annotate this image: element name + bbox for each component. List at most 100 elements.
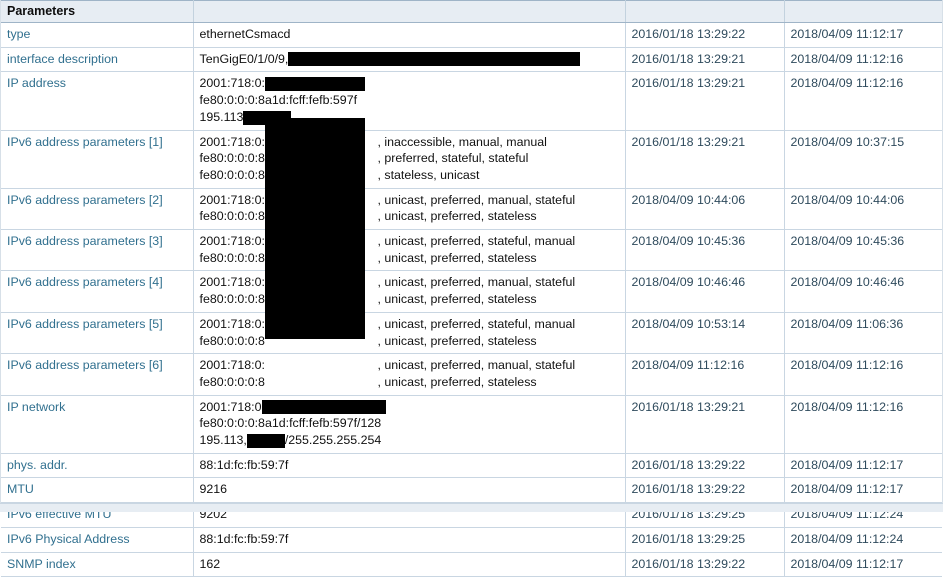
- flag-line: , stateless, unicast: [377, 167, 480, 182]
- row-date-modified: 2018/04/09 10:37:15: [784, 130, 942, 189]
- row-date-modified: 2018/04/09 11:12:24: [784, 527, 942, 553]
- value-line: 88:1d:fc:fb:59:7f: [199, 457, 289, 472]
- value-line: 162: [199, 556, 221, 571]
- row-date-created: 2016/01/18 13:29:22: [625, 22, 785, 48]
- value-line: ethernetCsmacd: [199, 27, 291, 41]
- value-line: 2001:718:0:: [200, 75, 619, 92]
- row-label: MTU: [1, 477, 194, 504]
- row-date-created: 2016/01/18 13:29:22: [625, 552, 785, 577]
- row-label: IPv6 Physical Address: [1, 527, 194, 553]
- table-row: IPv6 address parameters [4] 2001:718:0: fe…: [1, 270, 942, 313]
- row-date-created: 2016/01/18 13:29:22: [625, 453, 785, 479]
- row-date-created: 2016/01/18 13:29:21: [625, 130, 785, 189]
- redaction-bar: [264, 77, 365, 92]
- flag-lines: , inaccessible, manual, manual , preferre…: [378, 134, 619, 184]
- row-label: type: [1, 22, 194, 48]
- row-value: 88:1d:fc:fb:59:7f: [193, 527, 626, 553]
- parameters-page: Parameters type ethernetCsmacd 2016/01/18 …: [0, 0, 943, 577]
- row-date-modified: 2018/04/09 11:06:36: [784, 312, 942, 355]
- flag-line: , unicast, preferred, stateless: [377, 333, 537, 348]
- row-value: 9216: [193, 477, 626, 504]
- row-date-created: 2016/01/18 13:29:21: [625, 47, 785, 73]
- table-row: IP network 2001:718:0 fe80:0:0:0:8a1d:fcff…: [1, 395, 942, 454]
- redaction-bar: [246, 433, 285, 448]
- row-label: interface description: [1, 47, 194, 73]
- row-value: TenGigE0/1/0/9,: [193, 47, 626, 73]
- row-value: 2001:718:0: fe80:0:0:0:8, unicast, prefer…: [193, 312, 626, 355]
- row-label: IPv6 address parameters [6]: [1, 353, 194, 396]
- table-row: interface description TenGigE0/1/0/9, 2016…: [1, 47, 942, 73]
- table-row: IP address 2001:718:0: fe80:0:0:0:8a1d:fcf…: [1, 71, 942, 131]
- table-row: type ethernetCsmacd 2016/01/18 13:29:22 201…: [1, 22, 942, 48]
- row-label: IPv6 address parameters [1]: [1, 130, 194, 189]
- flag-lines: , unicast, preferred, stateful, manual, …: [378, 233, 619, 266]
- row-value: 2001:718:0: fe80:0:0:0:8a1d:fcff:fefb:597…: [193, 71, 626, 131]
- table-row: IPv6 address parameters [5] 2001:718:0: fe…: [1, 312, 942, 355]
- table-row: SNMP index 162 2016/01/18 13:29:22 2018/04/…: [1, 552, 942, 577]
- row-label: IP address: [1, 71, 194, 131]
- row-date-modified: 2018/04/09 10:44:06: [784, 188, 942, 231]
- value-line: 195.113,/255.255.255.254: [199, 433, 382, 448]
- redaction-bar: [288, 52, 581, 67]
- row-value: 2001:718:0: fe80:0:0:0:8, unicast, prefer…: [193, 188, 626, 231]
- flag-line: , unicast, preferred, manual, stateful: [377, 358, 576, 373]
- row-label: SNMP index: [1, 552, 194, 577]
- flag-line: , unicast, preferred, stateful, manual: [377, 234, 576, 249]
- row-date-modified: 2018/04/09 11:12:17: [784, 477, 942, 504]
- value-line: 195.113: [200, 109, 619, 126]
- header-created-col: [625, 0, 785, 23]
- flag-line: , inaccessible, manual, manual: [377, 134, 547, 149]
- table-row: phys. addr. 88:1d:fc:fb:59:7f 2016/01/18 1…: [1, 453, 942, 479]
- value-suffix: /255.255.255.254: [284, 433, 382, 448]
- row-label: IPv6 address parameters [3]: [1, 229, 194, 272]
- flag-line: , unicast, preferred, manual, stateful: [377, 192, 576, 207]
- bottom-strip: [0, 503, 943, 512]
- table-row: IPv6 address parameters [2] 2001:718:0: fe…: [1, 188, 942, 231]
- row-label: IP network: [1, 395, 194, 454]
- parameters-table: Parameters type ethernetCsmacd 2016/01/18 …: [1, 0, 942, 577]
- flag-lines: , unicast, preferred, manual, stateful , …: [378, 192, 619, 225]
- table-row: IPv6 address parameters [6] 2001:718:0: fe…: [1, 353, 942, 396]
- row-date-modified: 2018/04/09 11:12:16: [784, 47, 942, 73]
- header-value-col: [193, 0, 626, 23]
- row-date-modified: 2018/04/09 11:12:17: [784, 552, 942, 577]
- table-row: IPv6 address parameters [3] 2001:718:0: fe…: [1, 229, 942, 272]
- row-date-modified: 2018/04/09 10:46:46: [784, 270, 942, 313]
- row-date-created: 2016/01/18 13:29:21: [625, 71, 785, 131]
- flag-line: , unicast, preferred, stateful, manual: [377, 316, 576, 331]
- value-line: TenGigE0/1/0/9,: [200, 51, 619, 68]
- row-date-modified: 2018/04/09 11:12:16: [784, 395, 942, 454]
- value-line: fe80:0:0:0:8a1d:fcff:fefb:597f/128: [199, 416, 382, 431]
- value-line: 9216: [199, 482, 228, 497]
- table-title: Parameters: [1, 0, 194, 23]
- header-modified-col: [784, 0, 942, 23]
- row-value: 2001:718:0 fe80:0:0:0:8a1d:fcff:fefb:597f…: [193, 395, 626, 454]
- address-lines: 2001:718:0: fe80:0:0:0:8: [200, 357, 378, 390]
- flag-lines: , unicast, preferred, manual, stateful , …: [378, 274, 619, 307]
- row-label: IPv6 address parameters [5]: [1, 312, 194, 355]
- value-line: 2001:718:0: [200, 399, 619, 416]
- table-header-row: Parameters: [1, 0, 942, 23]
- row-value: 88:1d:fc:fb:59:7f: [193, 453, 626, 479]
- row-date-modified: 2018/04/09 11:12:16: [784, 353, 942, 396]
- flag-lines: , unicast, preferred, stateful, manual , …: [378, 316, 619, 349]
- row-date-modified: 2018/04/09 11:12:16: [784, 71, 942, 131]
- row-value: ethernetCsmacd: [193, 22, 626, 48]
- row-value: 162: [193, 552, 626, 577]
- row-date-created: 2018/04/09 11:12:16: [625, 353, 785, 396]
- flag-line: , unicast, preferred, stateless: [377, 374, 537, 389]
- flag-line: , unicast, preferred, manual, stateful: [377, 275, 576, 290]
- row-date-created: 2018/04/09 10:44:06: [625, 188, 785, 231]
- row-date-created: 2016/01/18 13:29:21: [625, 395, 785, 454]
- flag-line: , unicast, preferred, stateless: [377, 292, 537, 307]
- value-line: fe80:0:0:0:8a1d:fcff:fefb:597f: [199, 93, 358, 108]
- table-row: MTU 9216 2016/01/18 13:29:22 2018/04/09 11:…: [1, 477, 942, 504]
- row-value: 2001:718:0: fe80:0:0:0:8, unicast, prefer…: [193, 229, 626, 272]
- flag-line: , unicast, preferred, stateless: [377, 250, 537, 265]
- row-date-created: 2016/01/18 13:29:25: [625, 527, 785, 553]
- value-line: 2001:718:0:: [199, 358, 265, 373]
- page-left-edge: [0, 0, 1, 512]
- row-value: 2001:718:0: fe80:0:0:0:8, unicast, prefer…: [193, 353, 626, 396]
- row-date-created: 2018/04/09 10:46:46: [625, 270, 785, 313]
- table-row: IPv6 Physical Address 88:1d:fc:fb:59:7f 20…: [1, 527, 942, 553]
